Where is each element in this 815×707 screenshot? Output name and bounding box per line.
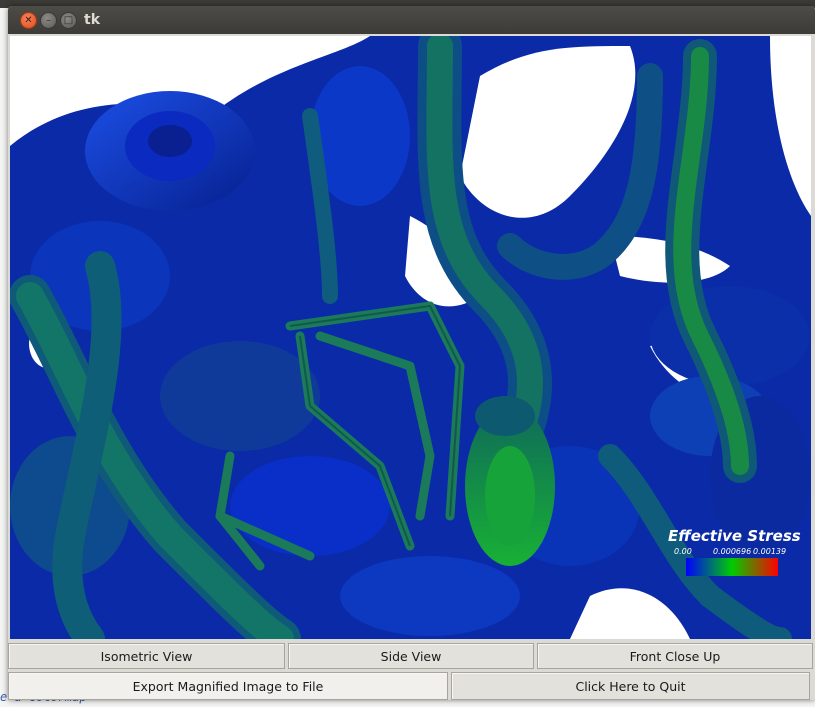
quit-button[interactable]: Click Here to Quit xyxy=(451,672,810,700)
tk-window: ✕ – □ tk Effective Stress 0.00 0.000696 … xyxy=(8,6,815,700)
minimize-icon[interactable]: – xyxy=(40,12,57,29)
isometric-view-button[interactable]: Isometric View xyxy=(8,643,285,669)
window-titlebar[interactable]: ✕ – □ tk xyxy=(8,6,815,34)
legend-tick-max: 0.00139 xyxy=(753,547,786,556)
maximize-icon[interactable]: □ xyxy=(60,12,77,29)
legend-color-bar xyxy=(686,558,778,576)
side-view-button[interactable]: Side View xyxy=(288,643,534,669)
close-icon[interactable]: ✕ xyxy=(20,12,37,29)
export-image-button[interactable]: Export Magnified Image to File xyxy=(8,672,448,700)
action-button-row: Export Magnified Image to File Click Her… xyxy=(8,672,815,700)
legend-title: Effective Stress xyxy=(668,527,801,545)
legend-tick-min: 0.00 xyxy=(674,547,692,556)
legend-tick-mid: 0.000696 xyxy=(713,547,751,556)
3d-render-view[interactable]: Effective Stress 0.00 0.000696 0.00139 xyxy=(10,36,811,639)
stress-visualization: Effective Stress 0.00 0.000696 0.00139 xyxy=(10,36,811,639)
window-title: tk xyxy=(84,12,101,28)
view-button-row: Isometric View Side View Front Close Up xyxy=(8,643,815,669)
front-close-up-button[interactable]: Front Close Up xyxy=(537,643,813,669)
